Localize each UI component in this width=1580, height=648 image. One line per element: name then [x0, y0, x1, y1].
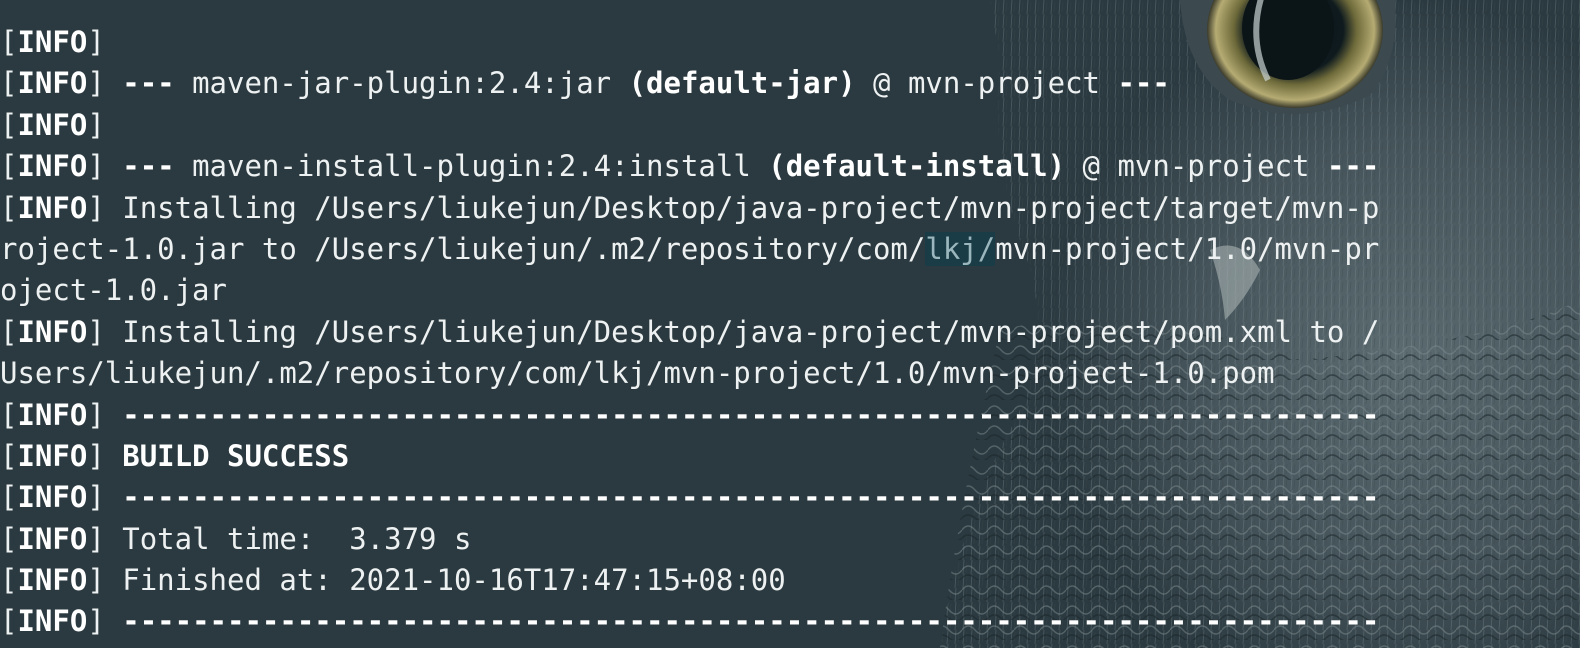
console-line: [INFO] --- maven-jar-plugin:2.4:jar (def… [0, 63, 1580, 104]
console-text: --- [122, 149, 175, 184]
console-text: [ [0, 149, 18, 184]
console-text: ] Total time: 3.379 s [87, 521, 472, 556]
console-text: INFO [17, 521, 88, 556]
console-text: INFO [17, 397, 88, 432]
console-text: oject-1.0.jar [0, 273, 227, 308]
console-line: [INFO] Finished at: 2021-10-16T17:47:15+… [0, 560, 1580, 601]
console-text: [ [0, 563, 18, 598]
console-text: Users/liukejun/.m2/repository/com/lkj/mv… [0, 356, 1275, 391]
console-text: (default-jar) [628, 66, 856, 101]
console-text: ] [87, 604, 123, 639]
console-output[interactable]: [INFO] [INFO] --- maven-jar-plugin:2.4:ja… [0, 22, 1580, 643]
console-line: [INFO] --- maven-install-plugin:2.4:inst… [0, 146, 1580, 187]
console-text: [ [0, 25, 18, 59]
console-text: [ [0, 190, 18, 225]
console-text: [ [0, 480, 18, 515]
console-text: [ [0, 438, 18, 473]
console-text: ] [87, 66, 123, 101]
console-line: [INFO] Installing /Users/liukejun/Deskto… [0, 312, 1580, 353]
console-text: --- [1326, 149, 1380, 184]
console-line: [INFO] ---------------------------------… [0, 395, 1580, 436]
console-text: INFO [17, 314, 88, 349]
console-text: ] [87, 480, 123, 515]
console-text: INFO [17, 438, 88, 473]
console-line: roject-1.0.jar to /Users/liukejun/.m2/re… [0, 229, 1580, 270]
console-text: INFO [17, 25, 88, 59]
console-text: maven-install-plugin:2.4:install [174, 149, 769, 184]
console-text: --- [122, 66, 175, 101]
console-text: [ [0, 521, 18, 556]
console-text: ] Installing /Users/liukejun/Desktop/jav… [87, 190, 1380, 225]
console-text: INFO [17, 563, 88, 598]
console-text: INFO [17, 107, 88, 142]
console-line: oject-1.0.jar [0, 270, 1580, 311]
console-text: @ mvn-project [1065, 149, 1327, 184]
console-line: [INFO] ---------------------------------… [0, 477, 1580, 518]
console-text: INFO [17, 604, 88, 639]
terminal-window[interactable]: [INFO] [INFO] --- maven-jar-plugin:2.4:ja… [0, 0, 1580, 648]
console-text: ----------------------------------------… [122, 397, 1380, 432]
console-text: ] [87, 149, 123, 184]
console-text: @ mvn-project [855, 66, 1118, 101]
console-text: ] [87, 397, 123, 432]
console-line: [INFO] Total time: 3.379 s [0, 519, 1580, 560]
console-text: ] Installing /Users/liukejun/Desktop/jav… [87, 314, 1380, 349]
console-text: [ [0, 604, 18, 639]
console-text: ----------------------------------------… [122, 480, 1380, 515]
console-text: (default-install) [768, 149, 1066, 184]
console-text: maven-jar-plugin:2.4:jar [174, 66, 629, 101]
selected-text: lkj/ [925, 231, 996, 266]
console-text: --- [1117, 66, 1170, 101]
console-text: INFO [17, 149, 88, 184]
console-text: [ [0, 66, 18, 101]
console-line: Users/liukejun/.m2/repository/com/lkj/mv… [0, 353, 1580, 394]
console-text: INFO [17, 480, 88, 515]
console-text: ] [87, 107, 105, 142]
console-text: roject-1.0.jar to /Users/liukejun/.m2/re… [0, 231, 926, 266]
console-text: mvn-project/1.0/mvn-pr [995, 231, 1380, 266]
console-line: [INFO] ---------------------------------… [0, 601, 1580, 642]
console-text: ] [87, 438, 123, 473]
console-text: [ [0, 314, 18, 349]
console-text: ----------------------------------------… [122, 604, 1380, 639]
console-text: [ [0, 107, 18, 142]
console-text: INFO [17, 66, 88, 101]
console-text: INFO [17, 190, 88, 225]
console-line: [INFO] Installing /Users/liukejun/Deskto… [0, 188, 1580, 229]
console-text: ] [87, 25, 105, 59]
console-line: [INFO] [0, 22, 1580, 63]
console-line: [INFO] BUILD SUCCESS [0, 436, 1580, 477]
console-line: [INFO] [0, 105, 1580, 146]
console-text: BUILD SUCCESS [122, 438, 350, 473]
console-text: ] Finished at: 2021-10-16T17:47:15+08:00 [87, 563, 786, 598]
console-text: [ [0, 397, 18, 432]
